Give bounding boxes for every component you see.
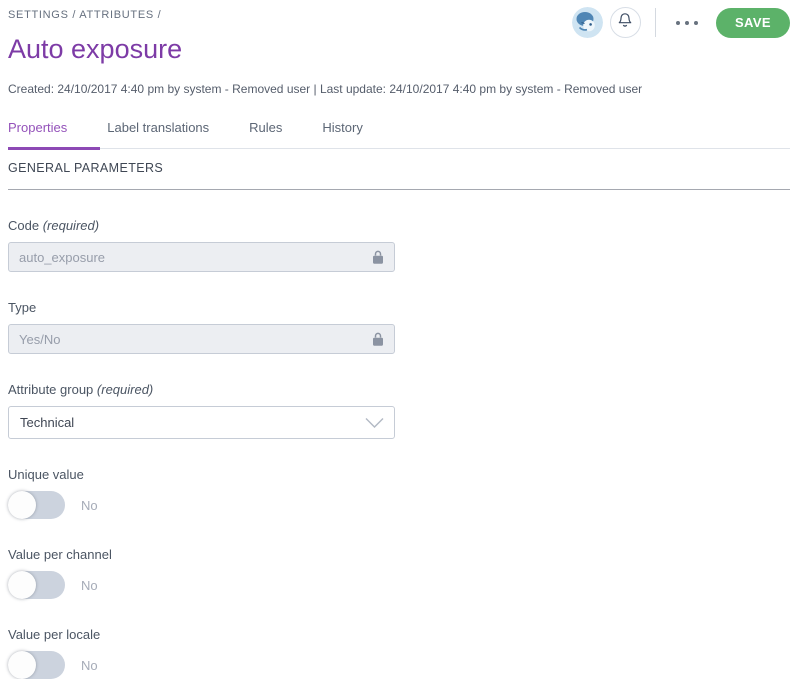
toggle-knob	[8, 491, 36, 519]
toggle-knob	[8, 651, 36, 679]
record-meta: Created: 24/10/2017 4:40 pm by system - …	[8, 82, 790, 96]
unique-value-toggle-row: No	[8, 491, 395, 519]
value-per-channel-toggle-row: No	[8, 571, 395, 599]
tab-properties[interactable]: Properties	[8, 120, 100, 150]
notifications-button[interactable]	[610, 7, 641, 38]
value-per-channel-toggle[interactable]	[8, 571, 65, 599]
section-title: GENERAL PARAMETERS	[8, 161, 790, 190]
lock-icon	[372, 332, 384, 347]
user-avatar[interactable]	[572, 7, 603, 38]
top-bar-left: SETTINGS / ATTRIBUTES / Auto exposure	[8, 0, 182, 65]
tab-rules[interactable]: Rules	[249, 120, 315, 150]
breadcrumb[interactable]: SETTINGS / ATTRIBUTES /	[8, 9, 182, 21]
value-per-locale-label: Value per locale	[8, 627, 395, 642]
type-value: Yes/No	[19, 332, 60, 347]
type-label: Type	[8, 300, 395, 315]
code-value: auto_exposure	[19, 250, 105, 265]
tab-history[interactable]: History	[322, 120, 395, 150]
lock-icon	[372, 250, 384, 265]
required-indicator: (required)	[97, 382, 153, 397]
attribute-group-value: Technical	[20, 415, 74, 430]
top-bar-actions: SAVE	[572, 7, 790, 38]
unique-value-label: Unique value	[8, 467, 395, 482]
ellipsis-icon	[685, 21, 689, 25]
chevron-down-icon	[365, 417, 384, 428]
unique-value-toggle[interactable]	[8, 491, 65, 519]
tab-label-translations[interactable]: Label translations	[107, 120, 242, 150]
code-field-group: Code (required) auto_exposure	[8, 218, 395, 272]
ellipsis-icon	[676, 21, 680, 25]
general-parameters-section: GENERAL PARAMETERS Code (required) auto_…	[8, 161, 790, 679]
type-field-group: Type Yes/No	[8, 300, 395, 354]
top-bar: SETTINGS / ATTRIBUTES / Auto exposure	[8, 0, 790, 65]
value-per-channel-label: Value per channel	[8, 547, 395, 562]
page-title: Auto exposure	[8, 34, 182, 65]
attribute-group-field-group: Attribute group (required) Technical	[8, 382, 395, 439]
save-button[interactable]: SAVE	[716, 8, 790, 38]
header-divider	[655, 8, 656, 37]
attribute-group-label: Attribute group (required)	[8, 382, 395, 397]
value-per-locale-toggle[interactable]	[8, 651, 65, 679]
code-input: auto_exposure	[8, 242, 395, 272]
code-label: Code (required)	[8, 218, 395, 233]
attribute-edit-page: SETTINGS / ATTRIBUTES / Auto exposure	[0, 0, 798, 679]
value-per-locale-state: No	[81, 658, 98, 673]
more-actions-button[interactable]	[670, 13, 704, 33]
unique-value-field-group: Unique value No	[8, 467, 395, 519]
type-input: Yes/No	[8, 324, 395, 354]
mascot-avatar-icon	[572, 25, 603, 38]
attribute-group-select[interactable]: Technical	[8, 406, 395, 439]
value-per-channel-state: No	[81, 578, 98, 593]
ellipsis-icon	[694, 21, 698, 25]
bell-icon	[617, 12, 633, 34]
required-indicator: (required)	[43, 218, 99, 233]
toggle-knob	[8, 571, 36, 599]
tab-bar: Properties Label translations Rules Hist…	[8, 120, 790, 149]
value-per-channel-field-group: Value per channel No	[8, 547, 395, 599]
unique-value-state: No	[81, 498, 98, 513]
value-per-locale-field-group: Value per locale No	[8, 627, 395, 679]
value-per-locale-toggle-row: No	[8, 651, 395, 679]
